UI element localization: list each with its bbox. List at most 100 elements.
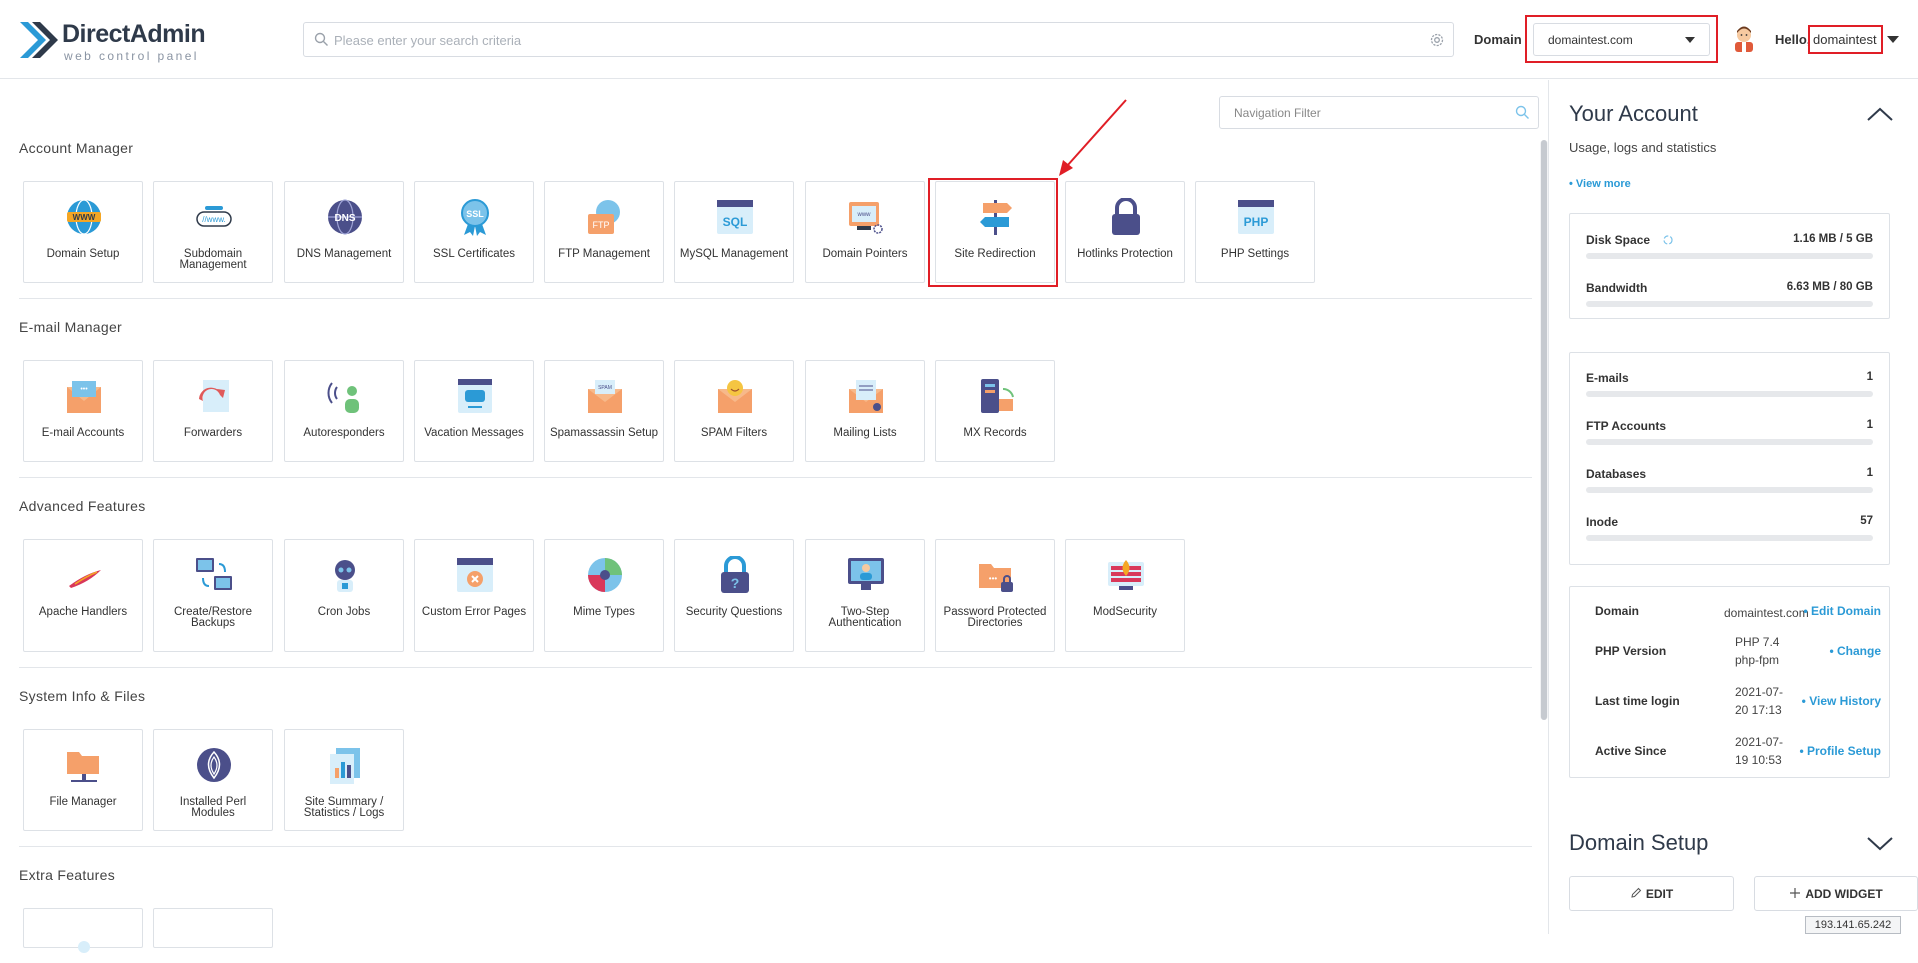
chevron-up-icon[interactable] — [1866, 106, 1894, 122]
tile-custom-error-pages[interactable]: Custom Error Pages — [414, 539, 534, 652]
tile-label: MySQL Management — [679, 249, 789, 260]
tile-forwarders[interactable]: Forwarders — [153, 360, 273, 462]
user-menu-caret-icon[interactable] — [1887, 36, 1899, 43]
usage-bar — [1586, 253, 1873, 259]
tile-password-protected-directories[interactable]: ••• Password Protected Directories — [935, 539, 1055, 652]
svg-text:WWW: WWW — [73, 213, 96, 222]
plus-icon — [1789, 887, 1801, 899]
tile-autoresponders[interactable]: Autoresponders — [284, 360, 404, 462]
info-value: 2021-07-20 17:13 — [1735, 683, 1793, 719]
tile-file-manager[interactable]: File Manager — [23, 729, 143, 831]
info-label: Last time login — [1595, 694, 1680, 708]
tile-label: Autoresponders — [289, 428, 399, 439]
padlock-icon — [1107, 198, 1145, 236]
section-title-system-info-files: System Info & Files — [19, 688, 145, 704]
info-label: PHP Version — [1595, 644, 1666, 658]
tile-installed-perl-modules[interactable]: Installed Perl Modules — [153, 729, 273, 831]
stat-value: 1 — [1867, 371, 1873, 383]
tile-subdomain-management[interactable]: //www. Subdomain Management — [153, 181, 273, 283]
right-panel-separator — [1548, 80, 1549, 934]
tile-mysql-management[interactable]: SQL MySQL Management — [674, 181, 794, 283]
usage-bar — [1586, 301, 1873, 307]
tile-modsecurity[interactable]: ModSecurity — [1065, 539, 1185, 652]
domain-pointer-icon: www — [847, 198, 885, 236]
tile-label: Hotlinks Protection — [1070, 249, 1180, 260]
tile-label: Apache Handlers — [28, 607, 138, 618]
username-menu[interactable]: domaintest — [1813, 32, 1877, 47]
usage-bar — [1586, 439, 1873, 445]
search-input[interactable] — [334, 29, 1414, 51]
tile-spam-filters[interactable]: SPAM Filters — [674, 360, 794, 462]
tile-vacation-messages[interactable]: Vacation Messages — [414, 360, 534, 462]
edit-button[interactable]: EDIT — [1569, 876, 1734, 911]
tile-mx-records[interactable]: MX Records — [935, 360, 1055, 462]
stat-label: Databases — [1586, 467, 1646, 481]
info-label: Active Since — [1595, 744, 1666, 758]
tile-php-settings[interactable]: PHP PHP Settings — [1195, 181, 1315, 283]
edit-domain-link[interactable]: • Edit Domain — [1803, 604, 1881, 618]
tile-email-accounts[interactable]: ••• E-mail Accounts — [23, 360, 143, 462]
tile-domain-pointers[interactable]: www Domain Pointers — [805, 181, 925, 283]
disk-space-stat: Disk Space 1.16 MB / 5 GB — [1586, 233, 1873, 263]
tile-label: ModSecurity — [1070, 607, 1180, 618]
tile-spamassassin-setup[interactable]: SPAM Spamassassin Setup — [544, 360, 664, 462]
tile-create-restore-backups[interactable]: Create/Restore Backups — [153, 539, 273, 652]
tile-label: FTP Management — [549, 249, 659, 260]
section-divider — [19, 846, 1532, 847]
global-search[interactable] — [303, 22, 1454, 57]
tile-site-summary-statistics-logs[interactable]: Site Summary / Statistics / Logs — [284, 729, 404, 831]
svg-text:www: www — [857, 212, 872, 218]
tile-mime-types[interactable]: Mime Types — [544, 539, 664, 652]
gear-icon[interactable] — [1429, 32, 1445, 48]
tile-apache-handlers[interactable]: Apache Handlers — [23, 539, 143, 652]
tile-dns-management[interactable]: DNS DNS Management — [284, 181, 404, 283]
mx-server-icon — [977, 377, 1015, 415]
change-php-link[interactable]: • Change — [1829, 644, 1881, 658]
svg-text:SSL: SSL — [466, 209, 484, 219]
svg-text:FTP: FTP — [593, 220, 610, 230]
search-icon — [314, 32, 329, 47]
add-widget-button-content: ADD WIDGET — [1755, 887, 1917, 901]
tile-label: Two-Step Authentication — [810, 607, 920, 629]
info-value: 2021-07-19 10:53 — [1735, 733, 1793, 769]
tile-extra-feature[interactable] — [23, 908, 143, 948]
tile-ssl-certificates[interactable]: SSL SSL Certificates — [414, 181, 534, 283]
tile-extra-feature[interactable] — [153, 908, 273, 948]
domain-select[interactable]: domaintest.com — [1533, 23, 1710, 56]
navigation-filter[interactable] — [1219, 96, 1539, 129]
refresh-icon[interactable] — [1662, 234, 1674, 246]
php-window-icon: PHP — [1237, 198, 1275, 236]
tile-domain-setup[interactable]: WWW Domain Setup — [23, 181, 143, 283]
tile-ftp-management[interactable]: FTP FTP Management — [544, 181, 664, 283]
tile-security-questions[interactable]: ? Security Questions — [674, 539, 794, 652]
backup-monitors-icon — [195, 556, 233, 594]
view-history-link[interactable]: • View History — [1802, 694, 1881, 708]
chevron-down-icon[interactable] — [1866, 836, 1894, 852]
tile-hotlinks-protection[interactable]: Hotlinks Protection — [1065, 181, 1185, 283]
navigation-filter-input[interactable] — [1234, 104, 1504, 122]
tile-two-step-authentication[interactable]: Two-Step Authentication — [805, 539, 925, 652]
user-avatar-icon[interactable] — [1731, 24, 1757, 52]
ftp-accounts-stat: FTP Accounts 1 — [1586, 419, 1873, 449]
domain-select-value: domaintest.com — [1548, 33, 1633, 47]
directadmin-logo[interactable]: DirectAdmin web control panel — [18, 18, 218, 58]
add-widget-button[interactable]: ADD WIDGET — [1754, 876, 1918, 911]
tile-mailing-lists[interactable]: Mailing Lists — [805, 360, 925, 462]
stat-label: Inode — [1586, 515, 1618, 529]
svg-text:SPAM: SPAM — [598, 385, 612, 391]
scrollbar-thumb[interactable] — [1541, 140, 1547, 720]
main-scrollbar[interactable] — [1540, 140, 1548, 720]
view-more-link[interactable]: • View more — [1569, 178, 1631, 190]
logo-title: DirectAdmin — [62, 20, 205, 49]
profile-setup-link[interactable]: • Profile Setup — [1799, 744, 1881, 758]
ftp-globe-icon: FTP — [586, 198, 624, 236]
tile-label: Vacation Messages — [419, 428, 529, 439]
tile-label: E-mail Accounts — [28, 428, 138, 439]
domain-setup-title: Domain Setup — [1569, 830, 1708, 856]
edit-button-label: EDIT — [1646, 887, 1673, 901]
site-redirection-highlight — [928, 178, 1058, 287]
ip-address-badge: 193.141.65.242 — [1805, 916, 1901, 934]
stat-value: 1 — [1867, 419, 1873, 431]
tile-label: Mime Types — [549, 607, 659, 618]
tile-cron-jobs[interactable]: Cron Jobs — [284, 539, 404, 652]
